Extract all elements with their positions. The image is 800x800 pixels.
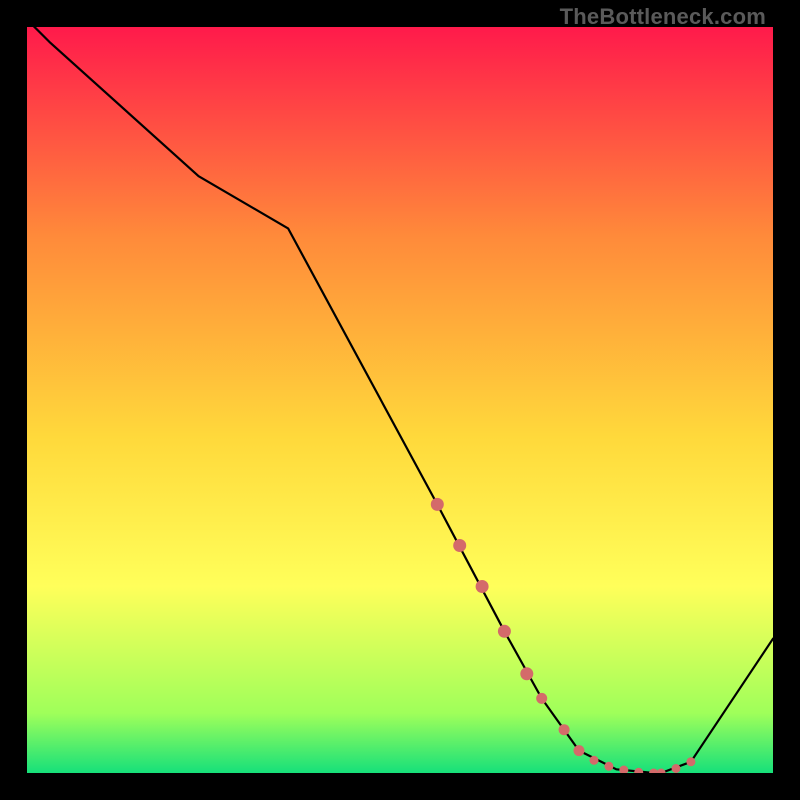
gradient-background <box>27 27 773 773</box>
branding-watermark: TheBottleneck.com <box>560 4 766 30</box>
chart-area <box>27 27 773 773</box>
